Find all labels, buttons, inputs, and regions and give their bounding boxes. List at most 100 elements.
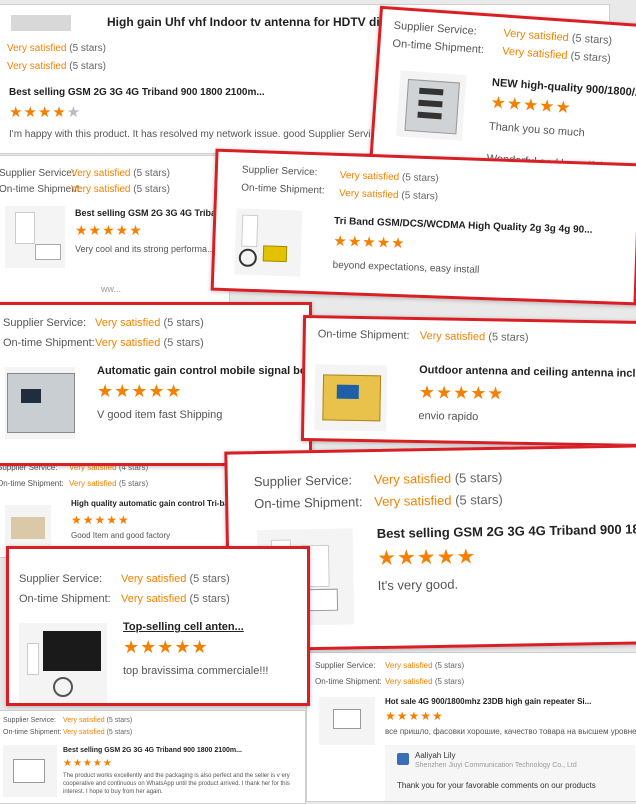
rating-stars-text: (5 stars)	[434, 661, 465, 670]
product-title[interactable]: Best selling GSM 2G 3G 4G Triband 900 18…	[63, 747, 242, 754]
rating-value: Very satisfied	[338, 187, 399, 202]
rating-stars-text: (5 stars)	[69, 61, 106, 72]
review-text: Very cool and its strong performa...	[75, 244, 215, 254]
rating-value: Very satisfied	[385, 661, 433, 670]
product-image	[5, 206, 65, 268]
review-card-7: Supplier Service: Very satisfied (4 star…	[0, 458, 230, 558]
rating-stars-text: (5 stars)	[106, 717, 133, 724]
product-title[interactable]: Best selling GSM 2G 3G 4G Triba...	[75, 208, 224, 218]
rating-value: Very satisfied	[374, 492, 452, 510]
review-text: V good item fast Shipping	[97, 409, 223, 421]
review-card-4: Supplier Service: Very satisfied (5 star…	[210, 148, 636, 306]
rating-stars-text: (5 stars)	[401, 190, 439, 203]
product-image	[5, 367, 75, 439]
star-rating: ★★★★★	[489, 92, 573, 118]
star-rating: ★★★★★	[376, 545, 477, 570]
rating-stars-text: (5 stars)	[133, 184, 170, 195]
product-thumb-blurred	[11, 15, 71, 31]
product-title[interactable]: Top-selling cell anten...	[123, 621, 244, 633]
rating-stars-text: (5 stars)	[163, 337, 204, 349]
rating-stars-text: (5 stars)	[454, 469, 503, 486]
review-text: beyond expectations, easy install	[332, 259, 480, 276]
ontime-shipment-label: On-time Shipment:	[254, 494, 363, 512]
product-title[interactable]: Outdoor antenna and ceiling antenna incl…	[419, 364, 636, 380]
rating-value: Very satisfied	[373, 470, 452, 488]
review-text: все пришло, фасовки хорошие, качество то…	[385, 727, 636, 736]
rating-value: Very satisfied	[69, 479, 117, 488]
rating-stars-text: (5 stars)	[571, 32, 613, 48]
seller-logo-icon	[397, 753, 409, 765]
product-title[interactable]: Automatic gain control mobile signal boo…	[97, 365, 309, 377]
star-rating: ★★★★★	[71, 513, 130, 527]
rating-stars-text: (5 stars)	[163, 317, 204, 329]
supplier-service-label: Supplier Service:	[3, 717, 56, 724]
star-rating: ★★★★★	[9, 104, 82, 121]
rating-value: Very satisfied	[95, 337, 161, 349]
star-rating: ★★★★★	[385, 709, 444, 723]
rating-value: Very satisfied	[501, 45, 568, 62]
rating-value: Very satisfied	[419, 330, 486, 344]
footer-text: ww...	[101, 284, 122, 294]
supplier-service-label: Supplier Service:	[393, 19, 478, 38]
rating-stars-text: (5 stars)	[454, 491, 503, 508]
supplier-service-label: Supplier Service:	[0, 168, 75, 179]
product-title[interactable]: Hot sale 4G 900/1800mhz 23DB high gain r…	[385, 697, 591, 706]
star-rating: ★★★★★	[75, 222, 143, 238]
rating-stars-text: (5 stars)	[189, 593, 230, 605]
rating-value: Very satisfied	[339, 169, 400, 184]
ontime-shipment-label: On-time Shipment:	[317, 328, 410, 342]
product-image	[396, 70, 467, 141]
product-title[interactable]: High quality automatic gain control Tri-…	[71, 499, 229, 508]
rating-stars-text: (5 stars)	[488, 331, 529, 344]
review-card-9: Supplier Service: Very satisfied (5 star…	[6, 546, 310, 706]
review-card-6: On-time Shipment: Very satisfied (5 star…	[300, 315, 636, 447]
rating-value: Very satisfied	[121, 573, 187, 585]
rating-stars-text: (5 stars)	[189, 573, 230, 585]
rating-stars-text: (5 stars)	[133, 168, 170, 179]
ontime-shipment-label: On-time Shipment:	[19, 593, 111, 605]
review-text: Thank you so much	[488, 120, 586, 140]
header-product-title[interactable]: High gain Uhf vhf Indoor tv antenna for …	[107, 15, 422, 29]
supplier-service-label: Supplier Service:	[315, 661, 376, 670]
review-text: top bravissima commerciale!!!	[123, 665, 269, 677]
star-rating: ★★★★★	[123, 637, 209, 657]
review-text: It's very good.	[377, 576, 459, 593]
rating-stars-text: (5 stars)	[106, 729, 133, 736]
seller-company: Shenzhen Jiuyi Communication Technology …	[415, 762, 577, 769]
review-card-5: Supplier Service: Very satisfied (5 star…	[0, 302, 312, 466]
review-card-3: Supplier Service: Very satisfied (5 star…	[0, 155, 230, 303]
rating-value: Very satisfied	[121, 593, 187, 605]
star-rating: ★★★★★	[418, 382, 505, 404]
rating-stars-text: (5 stars)	[69, 43, 106, 54]
product-image	[314, 364, 388, 432]
review-card-10: Supplier Service: Very satisfied (5 star…	[306, 652, 636, 802]
rating-stars-text: (5 stars)	[434, 677, 465, 686]
star-rating: ★★★★★	[97, 381, 183, 401]
rating-stars-text: (5 stars)	[570, 50, 612, 65]
product-title[interactable]: Best selling GSM 2G 3G 4G Triband 900 18…	[9, 87, 265, 98]
product-title[interactable]: Best selling GSM 2G 3G 4G Triband 900 18…	[377, 521, 636, 541]
rating-value: Very satisfied	[7, 43, 67, 54]
review-card-11: Supplier Service: Very satisfied (5 star…	[0, 710, 306, 804]
star-rating: ★★★★★	[333, 232, 406, 253]
rating-value: Very satisfied	[7, 61, 67, 72]
product-image	[19, 623, 107, 703]
review-text: The product works excellently and the pa…	[63, 773, 290, 795]
rating-value: Very satisfied	[63, 729, 105, 736]
review-text: Good Item and good factory	[71, 531, 171, 540]
product-image	[234, 208, 303, 277]
rating-stars-text: (5 stars)	[118, 479, 149, 488]
rating-value: Very satisfied	[71, 184, 131, 195]
rating-stars-text: (5 stars)	[401, 172, 439, 185]
review-text: envio rapido	[418, 410, 479, 424]
rating-value: Very satisfied	[95, 317, 161, 329]
ontime-shipment-label: On-time Shipment:	[3, 729, 62, 736]
product-image	[319, 697, 375, 745]
ontime-shipment-label: On-time Shipment:	[0, 479, 64, 488]
ontime-shipment-label: On-time Shipment:	[241, 182, 325, 197]
product-image	[3, 745, 57, 797]
seller-reply: Aaliyah Lily Shenzhen Jiuyi Communicatio…	[385, 745, 635, 801]
supplier-service-label: Supplier Service:	[241, 164, 318, 179]
review-text: I'm happy with this product. It has reso…	[9, 129, 379, 140]
supplier-service-label: Supplier Service:	[3, 317, 87, 329]
